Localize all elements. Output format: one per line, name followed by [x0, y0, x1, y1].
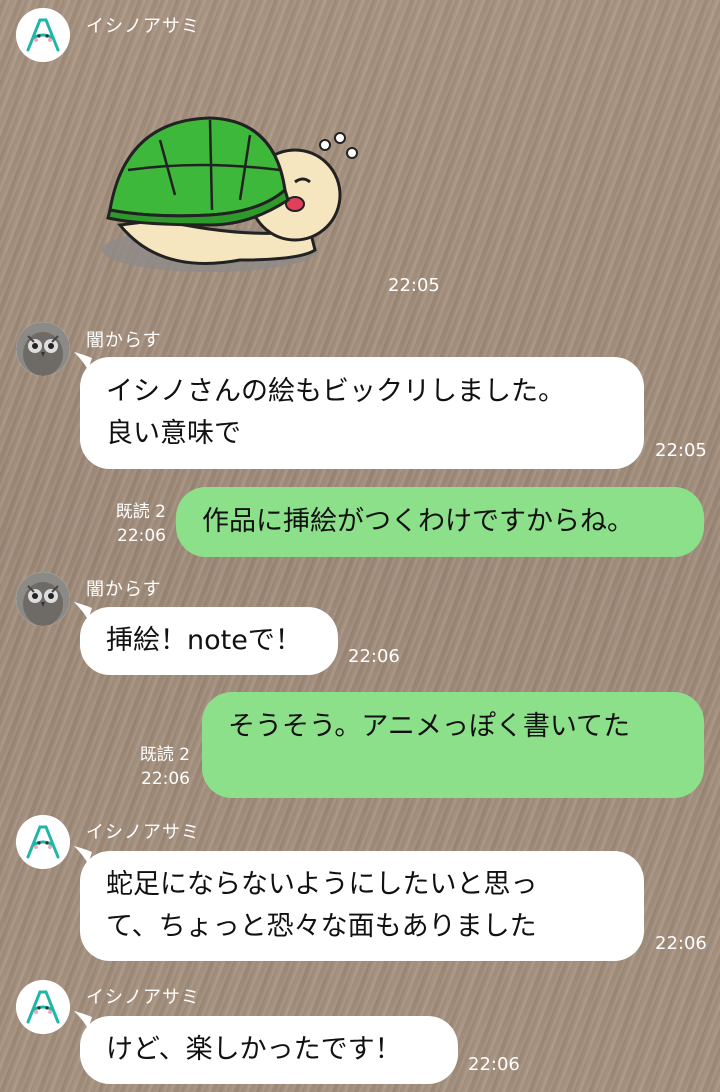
ishino-avatar-icon — [16, 980, 70, 1034]
message-bubble[interactable]: けど、楽しかったです！ — [80, 1016, 458, 1084]
avatar-ishino[interactable] — [16, 8, 70, 62]
turtle-sticker[interactable] — [100, 100, 370, 280]
avatar-ishino[interactable] — [16, 815, 70, 869]
message-text: そうそう。アニメっぽく書いてた — [228, 711, 631, 742]
ishino-avatar-icon — [16, 815, 70, 869]
avatar-karasu[interactable] — [16, 572, 70, 626]
message-bubble[interactable]: イシノさんの絵もビックリしました。 良い意味で — [80, 357, 644, 469]
message-time: 22:06 — [655, 933, 707, 954]
message-text: て、ちょっと恐々な面もありました — [106, 911, 537, 942]
message-bubble[interactable]: そうそう。アニメっぽく書いてた — [202, 692, 704, 798]
message-time: 22:05 — [388, 275, 440, 296]
turtle-sticker-icon — [102, 116, 358, 272]
message-text: 挿絵！noteで！ — [106, 625, 302, 656]
message-time: 22:06 — [141, 769, 190, 789]
avatar-karasu[interactable] — [16, 322, 70, 376]
sender-name: 闇からす — [86, 330, 162, 351]
message-text: イシノさんの絵もビックリしました。 — [106, 376, 565, 407]
avatar-ishino[interactable] — [16, 980, 70, 1034]
read-receipt: 既読 2 22:06 — [96, 500, 166, 548]
message-text: 良い意味で — [106, 418, 241, 449]
sender-name: イシノアサミ — [86, 822, 200, 843]
sender-name: 闇からす — [86, 579, 162, 600]
read-receipt: 既読 2 22:06 — [120, 743, 190, 791]
message-time: 22:05 — [655, 440, 707, 461]
sender-name: イシノアサミ — [86, 987, 200, 1008]
owl-avatar-icon — [16, 572, 70, 626]
owl-avatar-icon — [16, 322, 70, 376]
message-bubble[interactable]: 挿絵！noteで！ — [80, 607, 338, 675]
message-text: 蛇足にならないようにしたいと思っ — [106, 869, 538, 900]
message-text: 作品に挿絵がつくわけですからね。 — [202, 506, 634, 537]
message-bubble[interactable]: 蛇足にならないようにしたいと思っ て、ちょっと恐々な面もありました — [80, 851, 644, 961]
message-text: けど、楽しかったです！ — [106, 1034, 402, 1065]
read-status: 既読 2 — [115, 502, 166, 522]
read-status: 既読 2 — [139, 745, 190, 765]
message-bubble[interactable]: 作品に挿絵がつくわけですからね。 — [176, 487, 704, 557]
message-time: 22:06 — [348, 646, 400, 667]
message-time: 22:06 — [117, 526, 166, 546]
ishino-avatar-icon — [16, 8, 70, 62]
message-time: 22:06 — [468, 1054, 520, 1075]
sender-name: イシノアサミ — [86, 16, 200, 37]
